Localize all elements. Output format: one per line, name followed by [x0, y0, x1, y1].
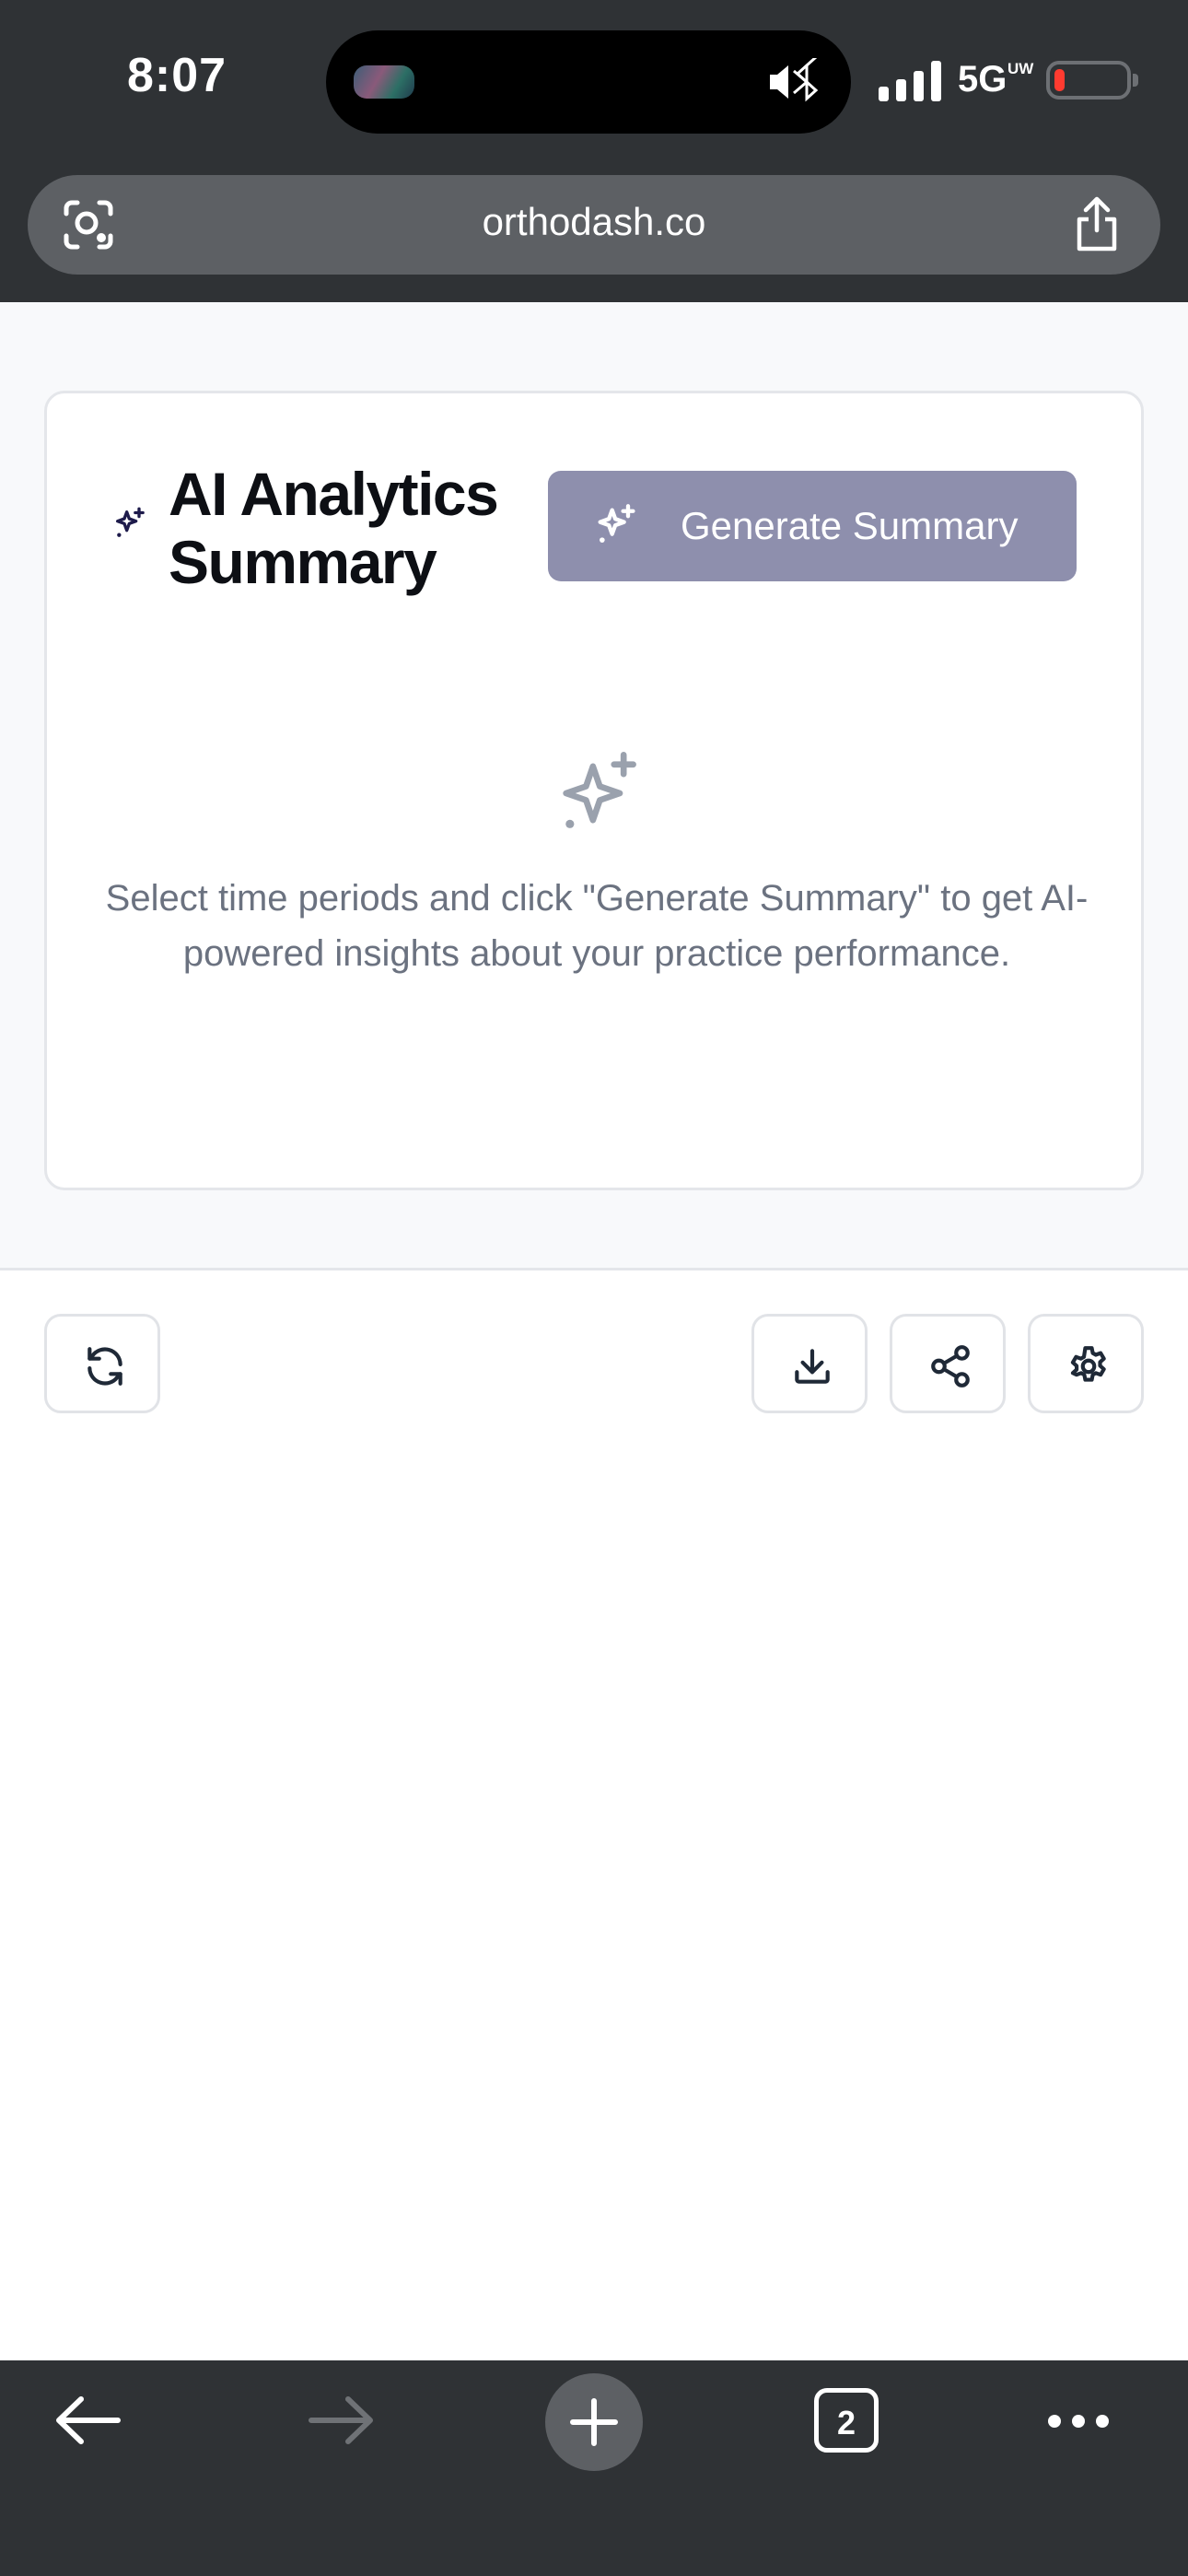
battery-level [1054, 69, 1065, 91]
generate-summary-button[interactable]: Generate Summary [548, 471, 1077, 581]
url-text[interactable]: orthodash.co [28, 200, 1160, 244]
share-nodes-icon [931, 1345, 970, 1388]
network-suffix: UW [1007, 60, 1034, 77]
mute-bluetooth-icon [770, 58, 819, 102]
cellular-signal-icon [879, 61, 941, 101]
section-divider [0, 1268, 1188, 1270]
status-time: 8:07 [127, 49, 227, 102]
dynamic-island [326, 30, 851, 134]
url-bar[interactable]: orthodash.co [28, 175, 1160, 275]
more-dots-icon[interactable] [1046, 2412, 1111, 2430]
arrow-left-icon[interactable] [53, 2394, 122, 2447]
sparkles-icon [598, 504, 635, 543]
tab-count: 2 [836, 2404, 856, 2441]
generate-summary-label: Generate Summary [681, 504, 1019, 547]
new-tab-button[interactable] [545, 2373, 643, 2471]
refresh-icon [87, 1347, 122, 1386]
share-icon[interactable] [1072, 195, 1122, 252]
plus-icon [570, 2398, 618, 2446]
download-icon [795, 1349, 830, 1384]
arrow-right-icon[interactable] [308, 2394, 376, 2447]
ai-summary-card: AI Analytics Summary Generate Summary Se… [44, 391, 1144, 1190]
card-title: AI Analytics Summary [169, 460, 499, 596]
now-playing-artwork [354, 65, 414, 99]
download-button[interactable] [751, 1314, 868, 1413]
tabs-icon[interactable]: 2 [814, 2388, 879, 2453]
gear-icon [1070, 1346, 1106, 1382]
share-button[interactable] [890, 1314, 1006, 1413]
refresh-button[interactable] [44, 1314, 160, 1413]
network-type: 5G [958, 59, 1007, 100]
sparkles-icon [116, 507, 145, 537]
battery-icon [1046, 61, 1138, 100]
sparkles-empty-state-icon [563, 752, 636, 828]
empty-state-message: Select time periods and click "Generate … [105, 878, 1089, 974]
settings-button[interactable] [1028, 1314, 1144, 1413]
browser-top-chrome: 8:07 5G UW orthodash.co [0, 0, 1188, 302]
browser-bottom-toolbar: 2 [0, 2360, 1188, 2576]
